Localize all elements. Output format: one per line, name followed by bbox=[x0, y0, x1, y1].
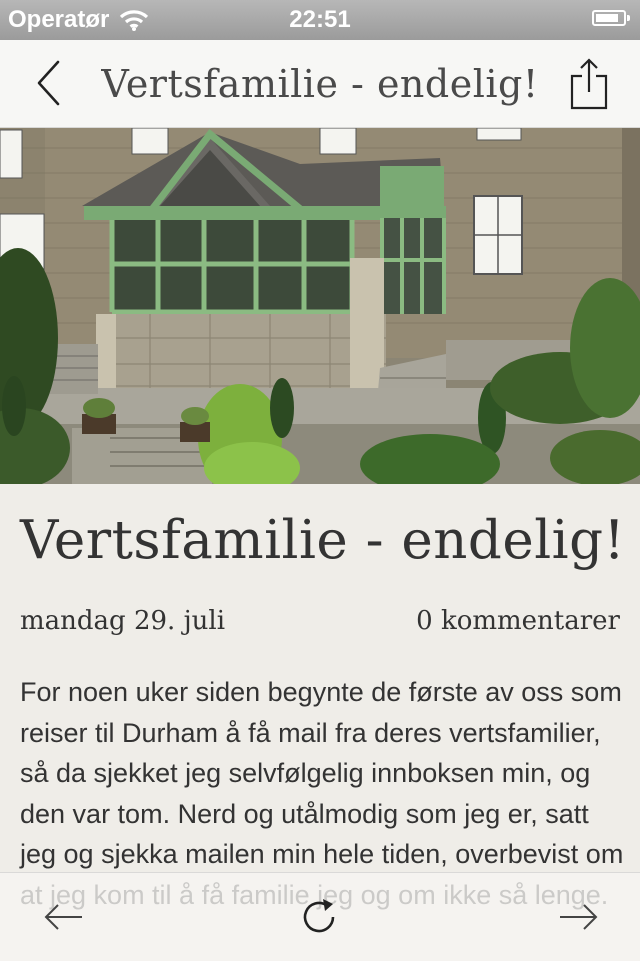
refresh-icon bbox=[303, 899, 335, 933]
battery-icon bbox=[592, 10, 630, 26]
hero-image bbox=[0, 128, 640, 484]
reload-button[interactable] bbox=[297, 895, 341, 939]
house-photo bbox=[0, 128, 640, 484]
nav-bar: Vertsfamilie - endelig! bbox=[0, 40, 640, 128]
status-bar: Operatør 22:51 bbox=[0, 0, 640, 40]
back-button[interactable] bbox=[28, 58, 72, 108]
share-button[interactable] bbox=[568, 56, 612, 112]
arrow-left-icon bbox=[44, 904, 82, 930]
article-date: mandag 29. juli bbox=[20, 606, 226, 636]
next-article-button[interactable] bbox=[556, 895, 600, 939]
nav-title: Vertsfamilie - endelig! bbox=[101, 62, 539, 106]
chevron-left-icon bbox=[37, 60, 60, 106]
share-icon bbox=[570, 58, 608, 110]
status-time: 22:51 bbox=[289, 6, 351, 33]
previous-article-button[interactable] bbox=[42, 895, 86, 939]
comments-link[interactable]: 0 kommentarer bbox=[416, 606, 620, 636]
bottom-toolbar bbox=[0, 872, 640, 961]
battery-level bbox=[596, 14, 618, 22]
arrow-right-icon bbox=[560, 904, 598, 930]
article-title: Vertsfamilie - endelig! bbox=[20, 510, 626, 571]
